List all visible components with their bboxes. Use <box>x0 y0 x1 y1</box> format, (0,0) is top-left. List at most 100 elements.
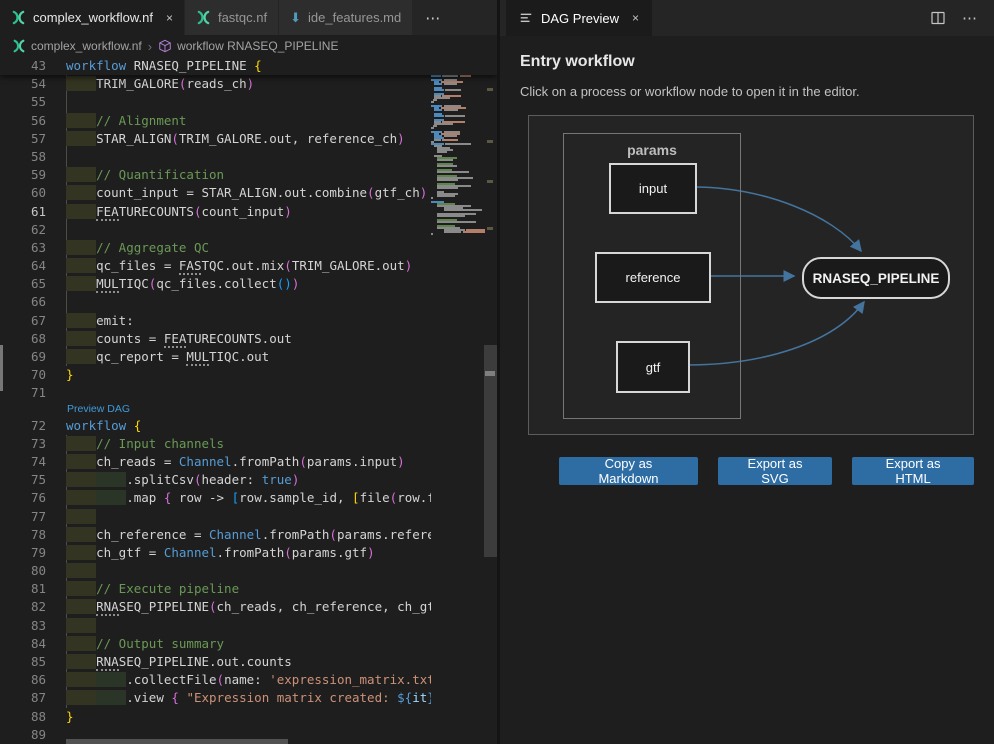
code-line[interactable]: 59 // Quantification <box>0 166 497 184</box>
breadcrumb-file[interactable]: complex_workflow.nf <box>31 39 142 53</box>
code-line[interactable]: 82 RNASEQ_PIPELINE(ch_reads, ch_referenc… <box>0 598 497 616</box>
node-gtf[interactable]: gtf <box>616 341 690 393</box>
node-rnaseq-pipeline[interactable]: RNASEQ_PIPELINE <box>802 257 950 299</box>
code-line[interactable]: 43workflow RNASEQ_PIPELINE { <box>0 57 497 75</box>
line-number: 43 <box>0 57 46 75</box>
panel-tab-bar: DAG Preview × ⋯ <box>500 0 994 36</box>
code-line[interactable]: 77 <box>0 508 497 526</box>
node-input[interactable]: input <box>609 163 697 214</box>
tabs-overflow-button[interactable]: ⋯ <box>413 0 453 35</box>
line-number: 81 <box>0 580 46 598</box>
code-line[interactable]: 72workflow { <box>0 417 497 435</box>
panel-heading: Entry workflow <box>520 53 974 71</box>
code-line[interactable]: 74 ch_reads = Channel.fromPath(params.in… <box>0 453 497 471</box>
overview-ruler-mark <box>487 227 493 230</box>
code-line[interactable]: 84 // Output summary <box>0 635 497 653</box>
code-line[interactable]: 61 FEATURECOUNTS(count_input) <box>0 203 497 221</box>
panel-more-actions-button[interactable]: ⋯ <box>962 9 978 27</box>
tab-ide-features-md[interactable]: ⬇ ide_features.md <box>279 0 413 35</box>
code-line[interactable]: 87 .view { "Expression matrix created: $… <box>0 689 497 707</box>
line-number: 56 <box>0 112 46 130</box>
line-number: 68 <box>0 330 46 348</box>
panel-tab-dag-preview[interactable]: DAG Preview × <box>506 0 652 36</box>
code-line[interactable]: 79 ch_gtf = Channel.fromPath(params.gtf) <box>0 544 497 562</box>
code-line[interactable]: 83 <box>0 617 497 635</box>
line-number: 60 <box>0 184 46 202</box>
code-line[interactable]: 55 <box>0 93 497 111</box>
line-number: 65 <box>0 275 46 293</box>
panel-actions: ⋯ <box>930 0 994 36</box>
close-icon[interactable]: × <box>166 11 173 25</box>
code-line[interactable]: 85 RNASEQ_PIPELINE.out.counts <box>0 653 497 671</box>
app-window: complex_workflow.nf × fastqc.nf ⬇ ide_fe… <box>0 0 994 744</box>
nextflow-icon <box>11 10 26 25</box>
overview-ruler-mark <box>487 140 493 143</box>
code-line[interactable]: 63 // Aggregate QC <box>0 239 497 257</box>
editor-left-sash[interactable] <box>0 345 3 391</box>
sticky-scroll-line[interactable]: 43workflow RNASEQ_PIPELINE { <box>0 57 497 75</box>
line-number: 55 <box>0 93 46 111</box>
code-line[interactable]: 80 <box>0 562 497 580</box>
code-line[interactable]: 62 <box>0 221 497 239</box>
codelens-preview-dag[interactable]: Preview DAG <box>0 403 497 417</box>
cluster-params-label: params <box>564 142 740 158</box>
tab-label: ide_features.md <box>308 10 401 25</box>
code-line[interactable]: 78 ch_reference = Channel.fromPath(param… <box>0 526 497 544</box>
line-number: 54 <box>0 75 46 93</box>
tab-complex-workflow-nf[interactable]: complex_workflow.nf × <box>0 0 185 35</box>
line-number: 59 <box>0 166 46 184</box>
markdown-icon: ⬇ <box>290 11 301 24</box>
tab-fastqc-nf[interactable]: fastqc.nf <box>185 0 279 35</box>
line-number: 78 <box>0 526 46 544</box>
code-area: 43workflow RNASEQ_PIPELINE { 54 TRIM_GAL… <box>0 57 497 744</box>
code-line[interactable]: 68 counts = FEATURECOUNTS.out <box>0 330 497 348</box>
code-line[interactable]: 71 <box>0 384 497 402</box>
panel-tab-label: DAG Preview <box>541 11 619 26</box>
line-number: 58 <box>0 148 46 166</box>
code-line[interactable]: 86 .collectFile(name: 'expression_matrix… <box>0 671 497 689</box>
export-svg-button[interactable]: Export as SVG <box>718 457 832 485</box>
minimap[interactable] <box>427 59 483 237</box>
code-line[interactable]: 54 TRIM_GALORE(reads_ch) <box>0 75 497 93</box>
line-number: 88 <box>0 708 46 726</box>
export-html-button[interactable]: Export as HTML <box>852 457 974 485</box>
nextflow-icon <box>196 10 211 25</box>
code-line[interactable]: 67 emit: <box>0 312 497 330</box>
code-line[interactable]: 65 MULTIQC(qc_files.collect()) <box>0 275 497 293</box>
nextflow-icon <box>12 39 26 53</box>
code-line[interactable]: 81 // Execute pipeline <box>0 580 497 598</box>
overview-ruler-mark <box>487 88 493 91</box>
code-line[interactable]: 69 qc_report = MULTIQC.out <box>0 348 497 366</box>
breadcrumb-symbol[interactable]: workflow RNASEQ_PIPELINE <box>177 39 338 53</box>
code-line[interactable]: 56 // Alignment <box>0 112 497 130</box>
copy-markdown-button[interactable]: Copy as Markdown <box>559 457 698 485</box>
code-line[interactable]: 58 <box>0 148 497 166</box>
line-number: 79 <box>0 544 46 562</box>
line-number: 86 <box>0 671 46 689</box>
node-reference[interactable]: reference <box>595 252 711 303</box>
code-line[interactable]: 70} <box>0 366 497 384</box>
panel-description: Click on a process or workflow node to o… <box>520 84 974 99</box>
code-line[interactable]: 76 .map { row -> [row.sample_id, [file(r… <box>0 489 497 507</box>
editor-vertical-scrollbar[interactable] <box>484 345 497 557</box>
close-icon[interactable]: × <box>632 11 639 25</box>
editor-horizontal-scrollbar[interactable] <box>66 739 288 744</box>
split-editor-button[interactable] <box>930 10 946 26</box>
code-line[interactable]: 64 qc_files = FASTQC.out.mix(TRIM_GALORE… <box>0 257 497 275</box>
line-number: 80 <box>0 562 46 580</box>
line-number: 67 <box>0 312 46 330</box>
line-number: 83 <box>0 617 46 635</box>
code-line[interactable]: 66 <box>0 293 497 311</box>
line-number: 64 <box>0 257 46 275</box>
line-number: 61 <box>0 203 46 221</box>
line-number: 74 <box>0 453 46 471</box>
code-line[interactable]: 60 count_input = STAR_ALIGN.out.combine(… <box>0 184 497 202</box>
dag-preview-panel: DAG Preview × ⋯ Entry workflow Click on … <box>497 0 994 744</box>
code-line[interactable]: 75 .splitCsv(header: true) <box>0 471 497 489</box>
code-line[interactable]: 73 // Input channels <box>0 435 497 453</box>
code-line[interactable]: 88} <box>0 708 497 726</box>
tab-label: complex_workflow.nf <box>33 10 153 25</box>
line-number: 72 <box>0 417 46 435</box>
line-number: 69 <box>0 348 46 366</box>
code-line[interactable]: 57 STAR_ALIGN(TRIM_GALORE.out, reference… <box>0 130 497 148</box>
